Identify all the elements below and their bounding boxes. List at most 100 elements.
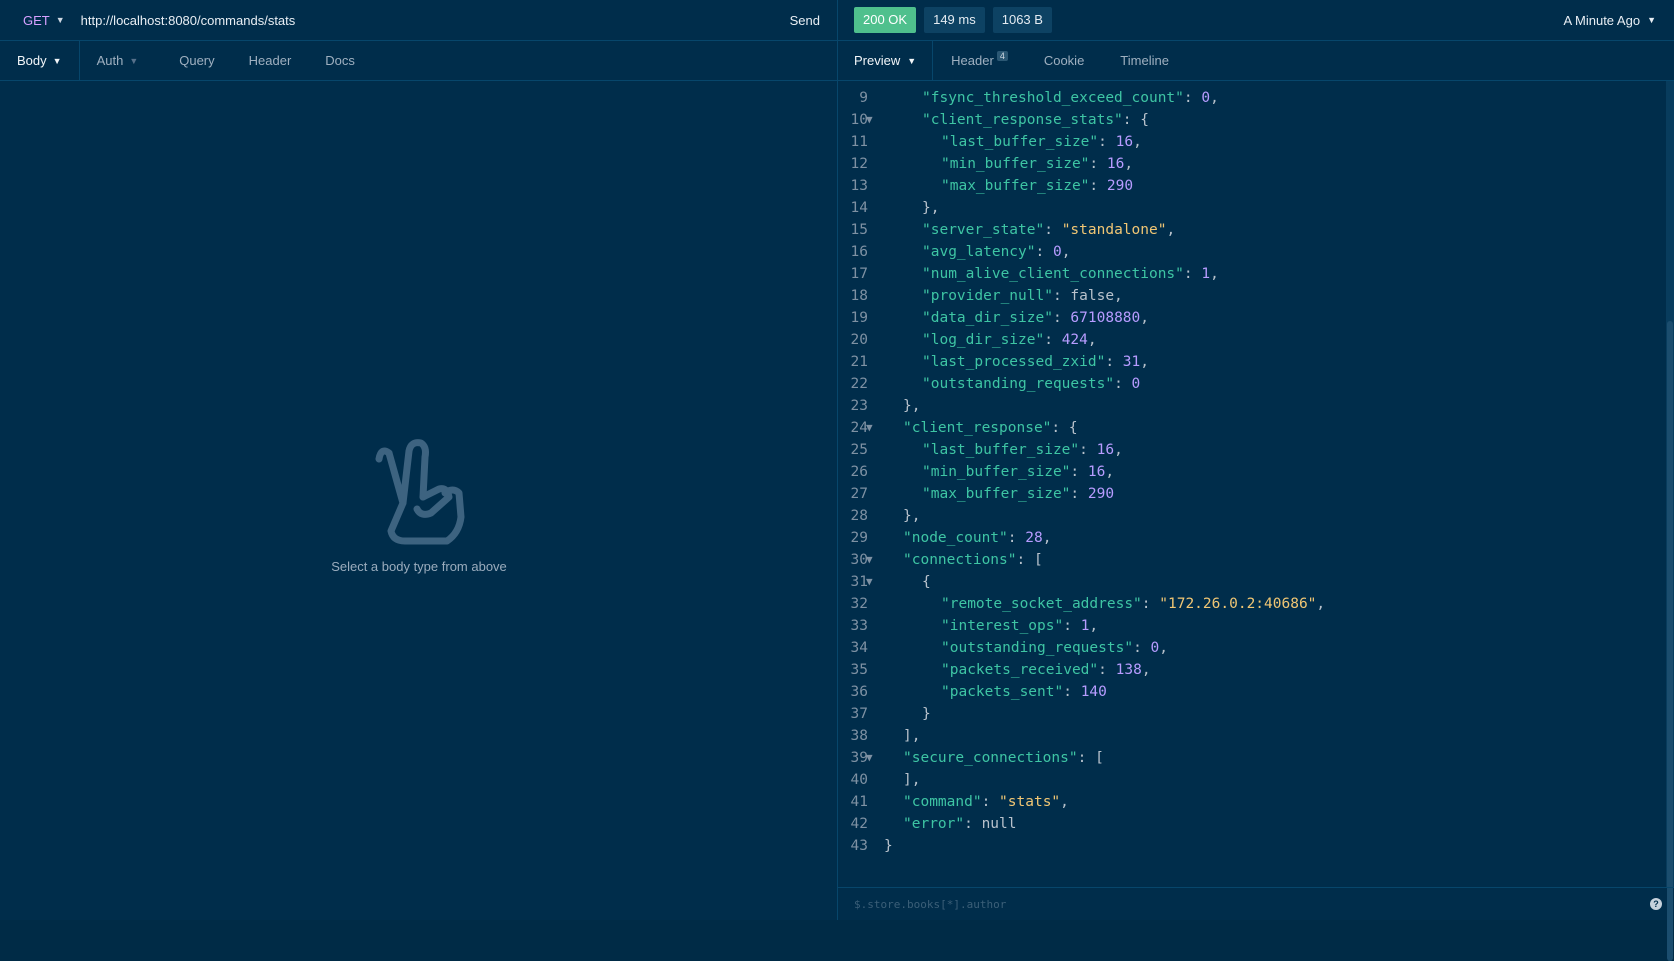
code-token: "avg_latency" xyxy=(922,244,1036,260)
line-number: 38 xyxy=(850,728,868,744)
history-dropdown[interactable]: A Minute Ago ▼ xyxy=(1563,13,1656,28)
tab-response-header[interactable]: Header 4 xyxy=(933,41,1026,81)
send-button[interactable]: Send xyxy=(790,13,820,28)
code-token: "stats" xyxy=(999,794,1061,810)
code-text: "packets_received": 138, xyxy=(941,659,1151,681)
code-text: "interest_ops": 1, xyxy=(941,615,1098,637)
code-token: 31 xyxy=(1122,354,1141,370)
code-text: "client_response_stats": { xyxy=(922,109,1149,131)
code-token: "command" xyxy=(903,794,982,810)
code-token: , xyxy=(1210,266,1219,282)
code-token: : xyxy=(1063,684,1081,700)
response-body-viewer[interactable]: 9 "fsync_threshold_exceed_count": 0, 10 ▼ "c… xyxy=(838,87,1660,887)
tab-docs[interactable]: Docs xyxy=(308,41,372,81)
code-line: 17 "num_alive_client_connections": 1, xyxy=(838,263,1660,285)
code-token: , xyxy=(1114,442,1123,458)
code-token: 0 xyxy=(1150,640,1160,656)
code-text: "min_buffer_size": 16, xyxy=(922,461,1114,483)
code-token: 0 xyxy=(1201,90,1211,106)
filter-input[interactable]: $.store.books[*].author xyxy=(854,898,1650,911)
line-number: 9 xyxy=(859,90,868,106)
code-text: "data_dir_size": 67108880, xyxy=(922,307,1149,329)
code-token: , xyxy=(1166,222,1176,238)
code-token: : xyxy=(1044,222,1062,238)
code-text: "last_buffer_size": 16, xyxy=(941,131,1142,153)
tab-auth[interactable]: Auth ▼ xyxy=(80,41,156,81)
code-text: "max_buffer_size": 290 xyxy=(941,175,1133,197)
line-number: 28 xyxy=(850,508,868,524)
line-number: 11 xyxy=(850,134,868,150)
code-text: "packets_sent": 140 xyxy=(941,681,1107,703)
method-dropdown[interactable]: GET ▼ xyxy=(23,13,65,28)
code-token: , xyxy=(1141,662,1151,678)
code-token: "packets_sent" xyxy=(941,684,1064,700)
line-number: 42 xyxy=(850,816,868,832)
line-number: 24 xyxy=(850,420,868,436)
code-token: : xyxy=(1098,662,1116,678)
code-token: "log_dir_size" xyxy=(922,332,1045,348)
code-token: : xyxy=(1063,618,1081,634)
line-number: 20 xyxy=(850,332,868,348)
code-text: }, xyxy=(922,197,939,219)
tab-header-label: Header xyxy=(951,53,994,68)
fold-triangle-icon[interactable]: ▼ xyxy=(866,109,873,131)
code-token: 138 xyxy=(1115,662,1142,678)
code-line: 42 "error": null xyxy=(838,813,1660,835)
code-line: 21 "last_processed_zxid": 31, xyxy=(838,351,1660,373)
code-token: 424 xyxy=(1061,332,1088,348)
code-token: }, xyxy=(922,200,940,216)
code-token: 16 xyxy=(1096,442,1115,458)
method-label: GET xyxy=(23,12,50,28)
code-line: 16 "avg_latency": 0, xyxy=(838,241,1660,263)
tab-cookie[interactable]: Cookie xyxy=(1026,41,1102,81)
fold-triangle-icon[interactable]: ▼ xyxy=(866,747,873,769)
line-number: 16 xyxy=(850,244,868,260)
tab-body[interactable]: Body ▼ xyxy=(0,40,80,81)
tab-preview[interactable]: Preview ▼ xyxy=(838,40,934,81)
tab-query[interactable]: Query xyxy=(155,41,231,81)
code-token: 140 xyxy=(1080,684,1107,700)
tab-timeline[interactable]: Timeline xyxy=(1102,41,1187,81)
caret-down-icon: ▼ xyxy=(52,55,62,66)
scrollbar[interactable] xyxy=(1666,81,1674,961)
code-text: } xyxy=(922,703,931,725)
response-size-badge: 1063 B xyxy=(992,7,1052,33)
code-text: "server_state": "standalone", xyxy=(922,219,1175,241)
code-line: 30 ▼ "connections": [ xyxy=(838,549,1660,571)
fold-triangle-icon[interactable]: ▼ xyxy=(866,417,873,439)
code-token: 290 xyxy=(1087,486,1115,502)
code-token: , xyxy=(1133,134,1142,150)
code-token: "min_buffer_size" xyxy=(922,464,1071,480)
line-number: 29 xyxy=(850,530,868,546)
fold-triangle-icon[interactable]: ▼ xyxy=(866,549,873,571)
code-text: }, xyxy=(903,505,920,527)
caret-down-icon: ▼ xyxy=(55,15,65,25)
line-number: 21 xyxy=(850,354,868,370)
code-token: , xyxy=(1210,90,1219,106)
response-tabs: Preview ▼ Header 4 Cookie Timeline xyxy=(838,40,1674,81)
code-line: 31 ▼ { xyxy=(838,571,1660,593)
line-number: 32 xyxy=(850,596,868,612)
code-token: : [ xyxy=(1077,750,1104,766)
code-token: "standalone" xyxy=(1061,222,1167,238)
code-text: } xyxy=(884,835,893,857)
code-line: 22 "outstanding_requests": 0 xyxy=(838,373,1660,395)
tab-header[interactable]: Header xyxy=(232,41,309,81)
code-token: "last_buffer_size" xyxy=(941,134,1099,150)
help-icon[interactable]: ? xyxy=(1650,898,1662,910)
code-token: }, xyxy=(903,398,921,414)
code-token: , xyxy=(1089,618,1099,634)
fold-triangle-icon[interactable]: ▼ xyxy=(866,571,873,593)
code-token: "client_response_stats" xyxy=(922,112,1123,128)
scrollbar-thumb[interactable] xyxy=(1667,321,1673,961)
code-token: 16 xyxy=(1087,464,1106,480)
code-token: 1 xyxy=(1201,266,1211,282)
code-token: : xyxy=(1070,486,1088,502)
code-text: "secure_connections": [ xyxy=(903,747,1104,769)
code-line: 19 "data_dir_size": 67108880, xyxy=(838,307,1660,329)
url-input[interactable]: http://localhost:8080/commands/stats xyxy=(81,13,790,28)
header-count-badge: 4 xyxy=(996,50,1008,61)
code-token: , xyxy=(1124,156,1134,172)
code-line: 15 "server_state": "standalone", xyxy=(838,219,1660,241)
code-text: "last_processed_zxid": 31, xyxy=(922,351,1149,373)
